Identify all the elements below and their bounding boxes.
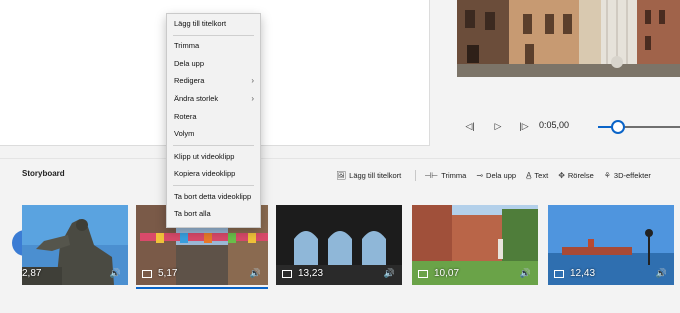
editor-top-area: ◁| ▷ |▷ 0:05,00: [0, 0, 680, 158]
menu-item-label: Lägg till titelkort: [174, 19, 227, 28]
menu-item-label: Ta bort alla: [174, 209, 211, 218]
3d-effects-button[interactable]: ⚘ 3D-effekter: [604, 171, 651, 180]
playback-time: 0:05,00: [539, 120, 570, 130]
menu-item-label: Ta bort detta videoklipp: [174, 192, 252, 201]
menu-item-label: Dela upp: [174, 59, 205, 68]
storyboard-clip[interactable]: 13,23 🔊: [276, 205, 402, 285]
menu-item-trim[interactable]: Trimma: [174, 39, 254, 53]
next-frame-icon[interactable]: |▷: [516, 118, 532, 134]
clip-context-menu: Lägg till titelkort Trimma Dela upp Redi…: [166, 13, 261, 228]
storyboard-clip[interactable]: 12,43 🔊: [548, 205, 674, 285]
menu-item-label: Rotera: [174, 112, 197, 121]
menu-item-resize[interactable]: Ändra storlek ›: [174, 92, 254, 106]
clip-duration: 10,07: [434, 268, 460, 279]
storyboard-panel: Storyboard 🖼 Lägg till titelkort ⊣⊢ Trim…: [0, 158, 680, 313]
menu-item-volume[interactable]: Volym: [174, 127, 254, 141]
menu-item-add-title-card[interactable]: Lägg till titelkort: [174, 17, 254, 31]
3d-effects-icon: ⚘: [603, 170, 611, 180]
menu-item-rotate[interactable]: Rotera: [174, 110, 254, 124]
film-icon: [142, 270, 152, 278]
seek-slider[interactable]: [598, 120, 680, 134]
storyboard-title: Storyboard: [22, 169, 65, 178]
menu-item-label: Ändra storlek: [174, 94, 219, 103]
speaker-icon[interactable]: 🔊: [110, 268, 121, 279]
chevron-right-icon: ›: [251, 94, 254, 103]
toolbar-divider: [415, 169, 417, 181]
menu-separator: [173, 145, 254, 146]
selected-clip-indicator: [136, 287, 268, 289]
clip-duration: 5,17: [158, 268, 178, 279]
menu-item-remove-all[interactable]: Ta bort alla: [174, 207, 254, 221]
storyboard-clip[interactable]: 10,07 🔊: [412, 205, 538, 285]
video-preview[interactable]: [457, 0, 680, 77]
playback-controls: ◁| ▷ |▷ 0:05,00: [460, 114, 680, 140]
add-title-card-label: Lägg till titelkort: [349, 170, 402, 180]
text-label: Text: [534, 170, 549, 180]
film-icon: [554, 270, 564, 278]
play-icon[interactable]: ▷: [490, 118, 506, 134]
storyboard-clip[interactable]: 2,87 🔊: [22, 205, 128, 285]
text-button[interactable]: A̲ Text: [526, 171, 548, 180]
menu-item-label: Klipp ut videoklipp: [174, 152, 235, 161]
storyboard-toolbar: 🖼 Lägg till titelkort ⊣⊢ Trimma ⊸ Dela u…: [336, 168, 661, 182]
clip-duration: 2,87: [22, 268, 42, 279]
text-icon: A̲: [526, 170, 532, 180]
motion-icon: ✥: [558, 170, 565, 180]
3d-effects-label: 3D-effekter: [613, 170, 651, 180]
split-button[interactable]: ⊸ Dela upp: [476, 171, 516, 180]
trim-button[interactable]: ⊣⊢ Trimma: [424, 171, 466, 180]
preview-frame-image: [457, 0, 680, 77]
menu-item-remove-clip[interactable]: Ta bort detta videoklipp: [174, 190, 254, 204]
menu-item-edit[interactable]: Redigera ›: [174, 74, 254, 88]
trim-label: Trimma: [441, 170, 467, 180]
menu-separator: [173, 35, 254, 36]
clip-duration: 13,23: [298, 268, 324, 279]
menu-item-copy-clip[interactable]: Kopiera videoklipp: [174, 167, 254, 181]
add-title-card-button[interactable]: 🖼 Lägg till titelkort: [336, 171, 401, 180]
chevron-right-icon: ›: [251, 76, 254, 85]
title-card-icon: 🖼: [336, 170, 347, 180]
motion-button[interactable]: ✥ Rörelse: [558, 171, 594, 180]
menu-separator: [173, 185, 254, 186]
menu-item-label: Redigera: [174, 76, 205, 85]
film-icon: [418, 270, 428, 278]
film-icon: [282, 270, 292, 278]
menu-item-cut-clip[interactable]: Klipp ut videoklipp: [174, 150, 254, 164]
motion-label: Rörelse: [567, 170, 594, 180]
speaker-icon[interactable]: 🔊: [384, 268, 395, 279]
previous-frame-icon[interactable]: ◁|: [462, 118, 478, 134]
seek-slider-thumb[interactable]: [610, 120, 625, 134]
speaker-icon[interactable]: 🔊: [520, 268, 531, 279]
split-label: Dela upp: [486, 170, 517, 180]
speaker-icon[interactable]: 🔊: [250, 268, 261, 279]
menu-item-label: Kopiera videoklipp: [174, 169, 236, 178]
split-icon: ⊸: [476, 170, 484, 180]
menu-item-split[interactable]: Dela upp: [174, 57, 254, 71]
menu-item-label: Trimma: [174, 41, 200, 50]
trim-icon: ⊣⊢: [424, 170, 439, 180]
clip-duration: 12,43: [570, 268, 596, 279]
speaker-icon[interactable]: 🔊: [656, 268, 667, 279]
menu-item-label: Volym: [174, 129, 195, 138]
